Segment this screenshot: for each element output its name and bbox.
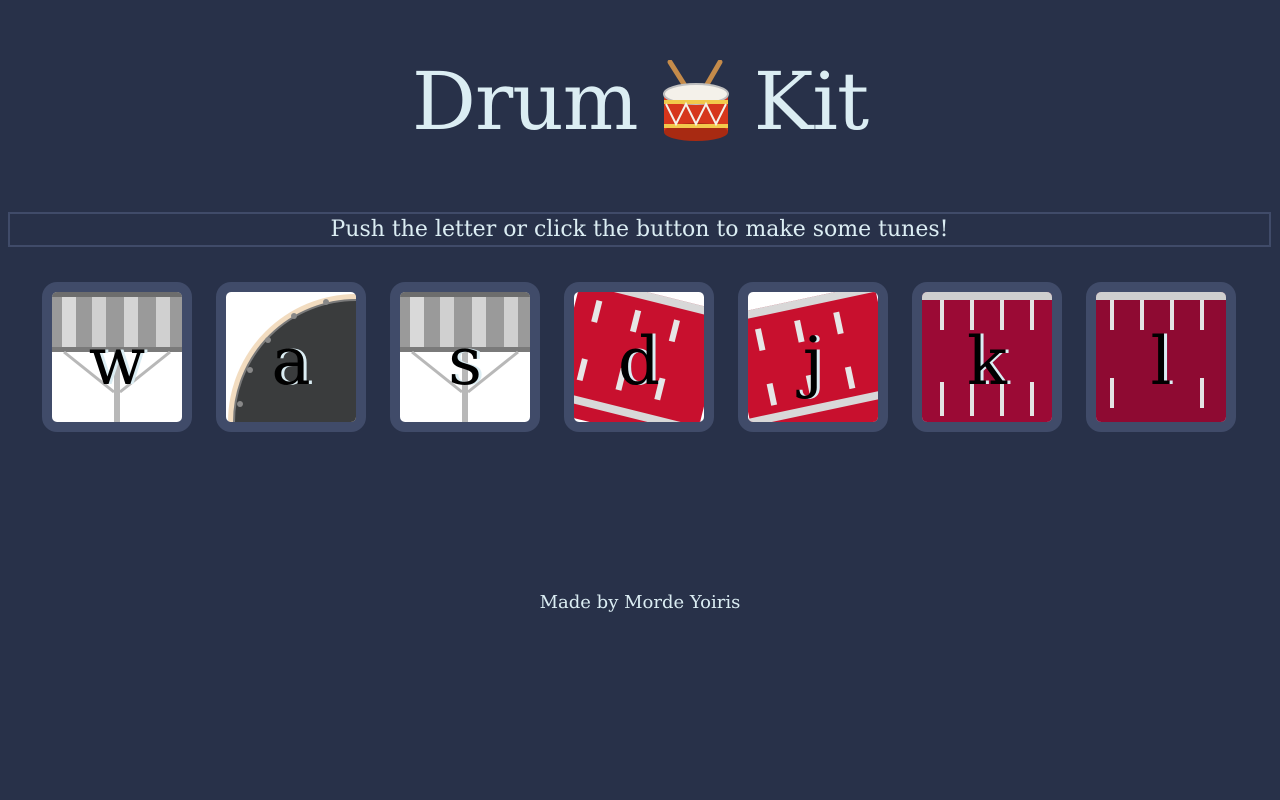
drum-button-a[interactable]: a [216, 282, 366, 432]
title-word-drum: Drum [411, 55, 639, 148]
drum-letter: k [967, 323, 1007, 400]
drum-letter: w [88, 323, 146, 400]
drum-button-w[interactable]: w [42, 282, 192, 432]
drum-with-drumsticks-icon [660, 59, 732, 144]
drum-button-l[interactable]: l [1086, 282, 1236, 432]
footer-credit: Made by Morde Yoiris [539, 592, 741, 613]
drum-letter: j [802, 323, 824, 400]
drum-button-j[interactable]: j [738, 282, 888, 432]
drum-button-s[interactable]: s [390, 282, 540, 432]
drum-letter: s [448, 323, 482, 400]
drum-set: w a s d j k l [42, 282, 1242, 432]
drum-button-k[interactable]: k [912, 282, 1062, 432]
drum-letter: l [1150, 323, 1172, 400]
page-title: Drum Kit [0, 52, 1280, 152]
drum-letter: d [617, 323, 661, 400]
title-word-kit: Kit [753, 55, 869, 148]
drum-button-d[interactable]: d [564, 282, 714, 432]
instructions-banner: Push the letter or click the button to m… [8, 212, 1271, 247]
drum-letter: a [271, 323, 311, 400]
